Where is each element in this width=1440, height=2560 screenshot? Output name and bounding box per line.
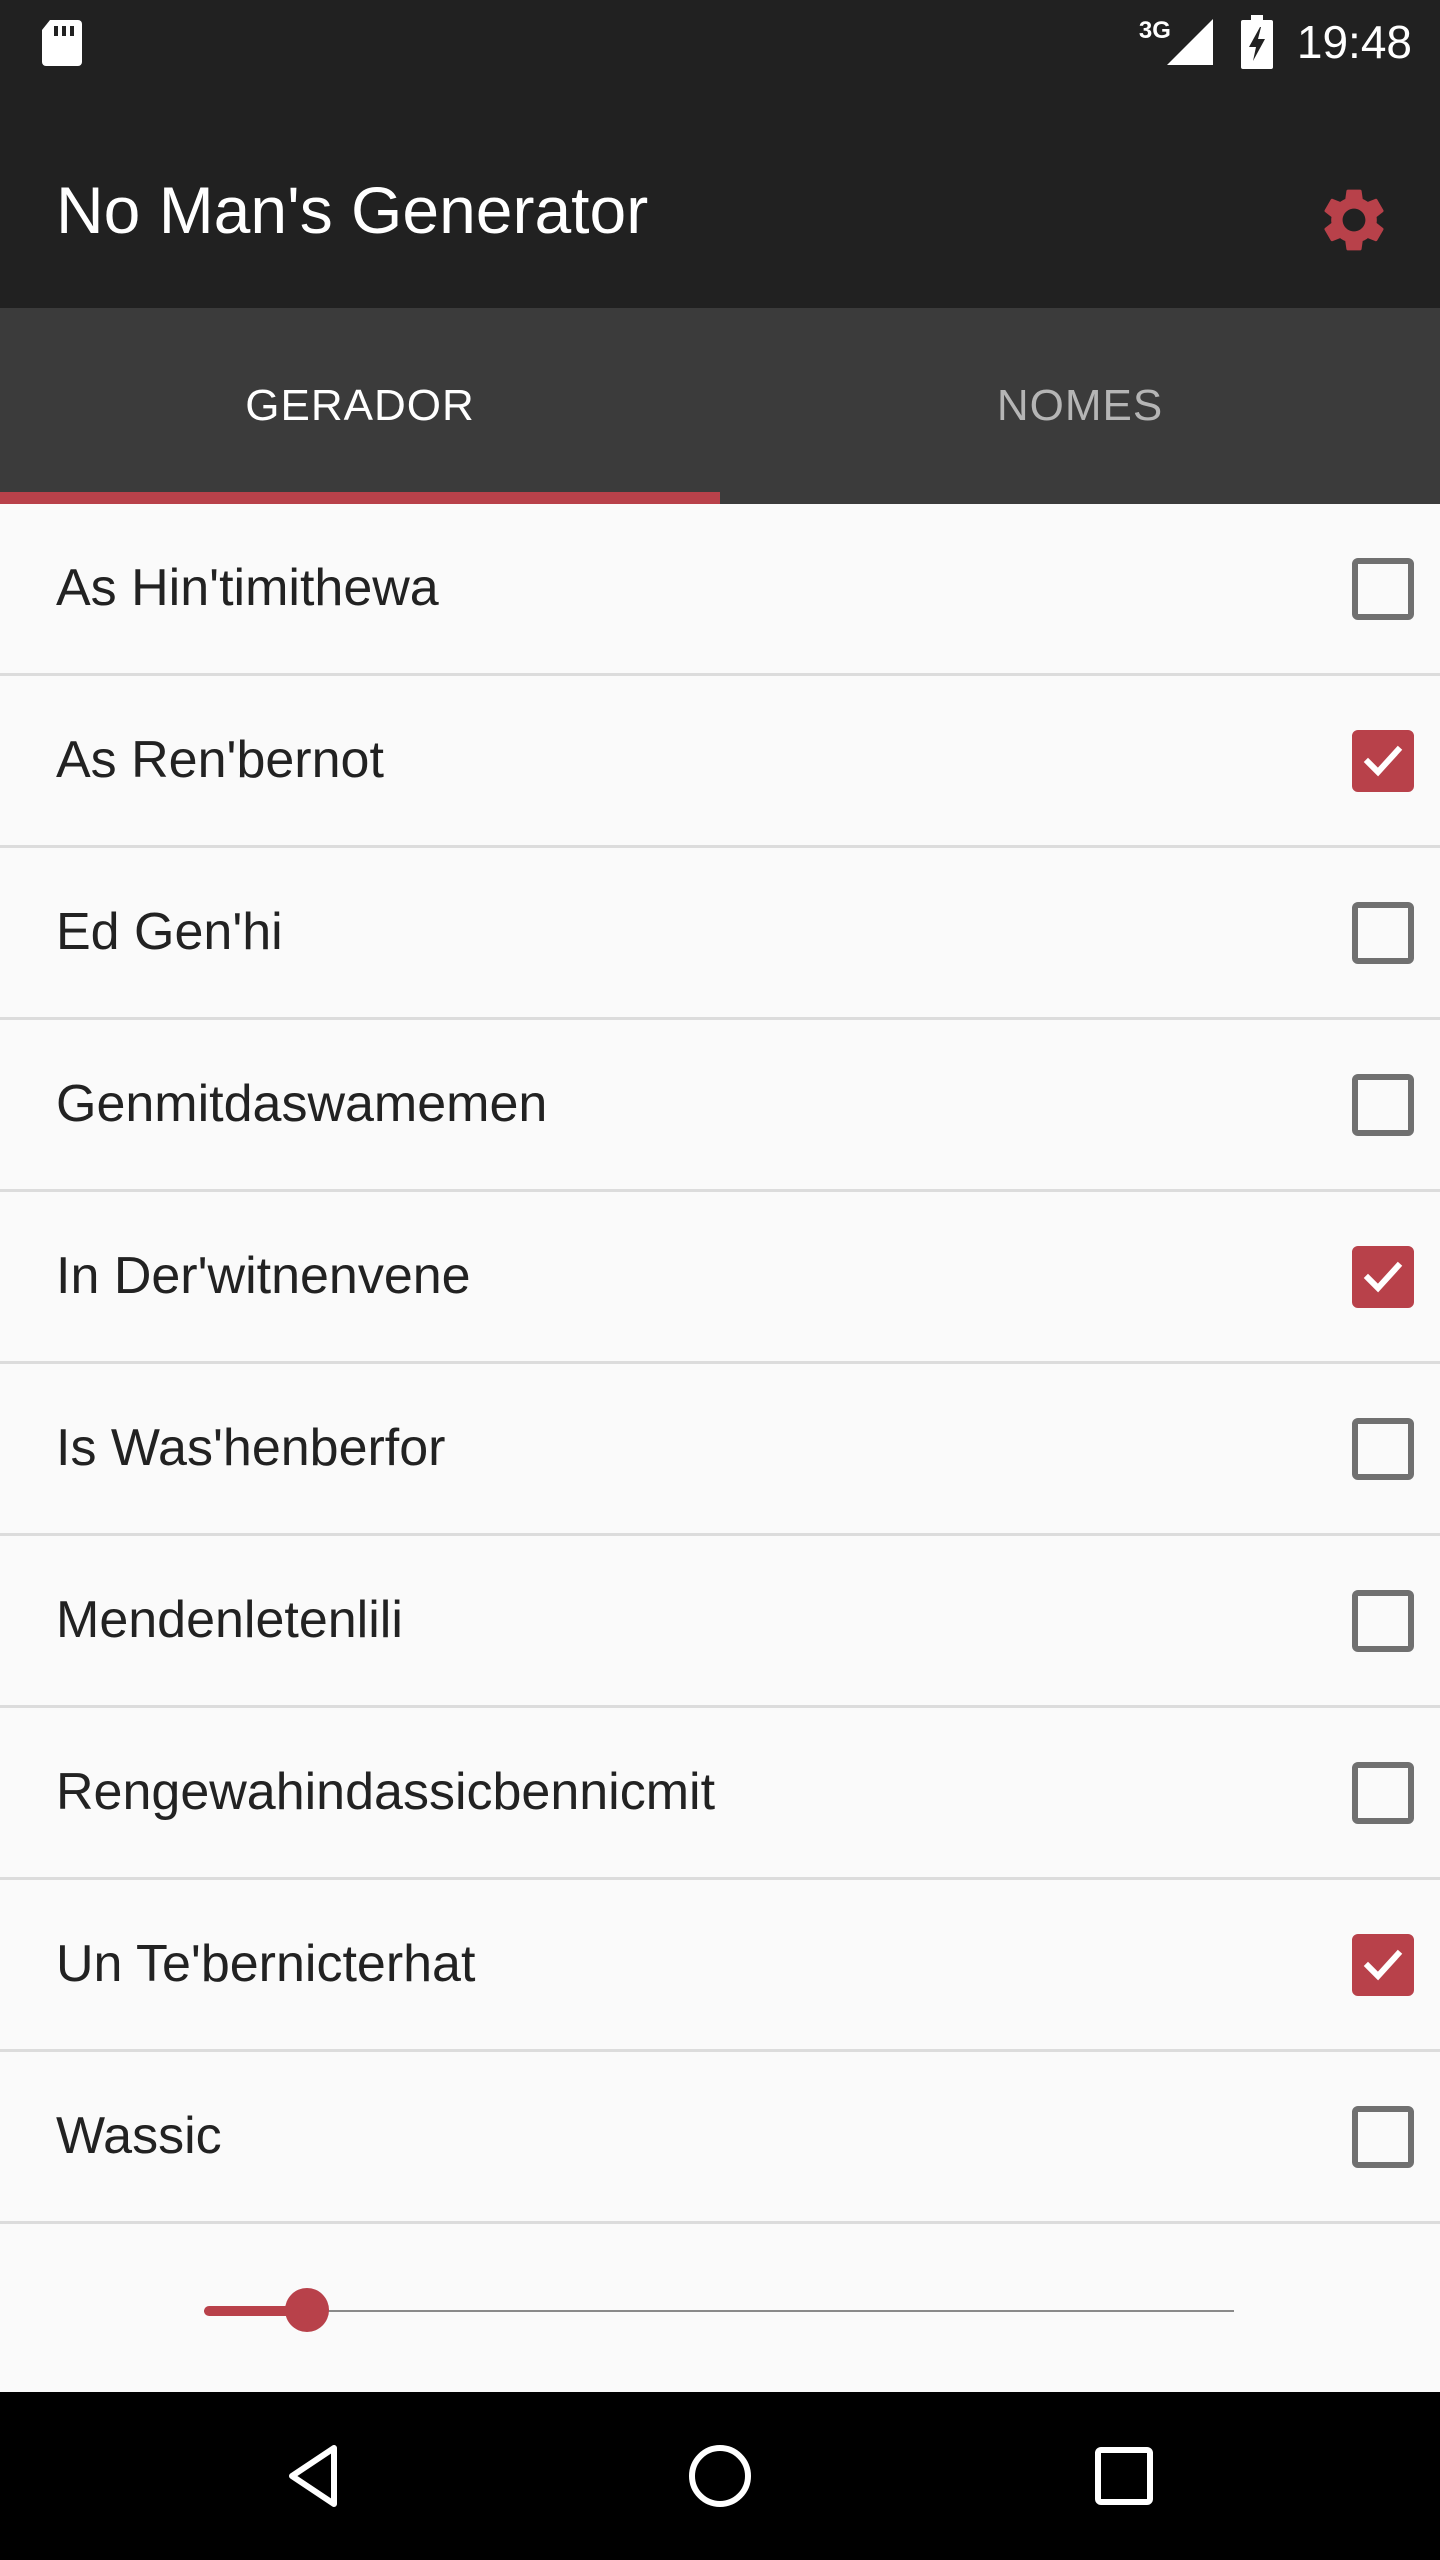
- tab-nomes[interactable]: NOMES: [720, 308, 1440, 504]
- checkbox[interactable]: [1352, 1590, 1414, 1652]
- list-item-label: As Hin'timithewa: [56, 559, 439, 617]
- list-item[interactable]: Rengewahindassicbennicmit: [0, 1708, 1440, 1880]
- signal-icon: [1166, 19, 1213, 65]
- tab-gerador[interactable]: GERADOR: [0, 308, 720, 504]
- list-item-label: As Ren'bernot: [56, 731, 384, 789]
- list-item-label: Genmitdaswamemen: [56, 1075, 548, 1133]
- list-item[interactable]: Mendenletenlili: [0, 1536, 1440, 1708]
- checkbox[interactable]: [1352, 1246, 1414, 1308]
- home-circle-icon: [689, 2445, 751, 2507]
- list-item-label: Ed Gen'hi: [56, 903, 283, 961]
- recents-square-icon: [1095, 2447, 1153, 2505]
- checkbox[interactable]: [1352, 558, 1414, 620]
- tab-bar: GERADOR NOMES: [0, 308, 1440, 504]
- checkbox[interactable]: [1352, 902, 1414, 964]
- nav-recents-button[interactable]: [1074, 2426, 1174, 2526]
- battery-charging-icon: [1240, 15, 1273, 69]
- count-slider: [0, 2224, 1440, 2392]
- tab-active-indicator: [0, 492, 720, 504]
- app-title: No Man's Generator: [56, 173, 649, 247]
- gear-icon: [1324, 189, 1384, 251]
- nav-home-button[interactable]: [670, 2426, 770, 2526]
- status-bar: 3G 19:48: [0, 0, 1440, 84]
- clock: 19:48: [1296, 16, 1412, 68]
- list-item[interactable]: As Ren'bernot: [0, 676, 1440, 848]
- list-item-label: Wassic: [56, 2107, 222, 2165]
- sd-card-icon: [42, 20, 82, 66]
- list-item-label: Rengewahindassicbennicmit: [56, 1763, 716, 1821]
- checkbox[interactable]: [1352, 2106, 1414, 2168]
- checkbox[interactable]: [1352, 730, 1414, 792]
- list-item[interactable]: In Der'witnenvene: [0, 1192, 1440, 1364]
- tab-gerador-label: GERADOR: [245, 381, 475, 430]
- list-item-label: Is Was'henberfor: [56, 1419, 446, 1477]
- list-item[interactable]: Ed Gen'hi: [0, 848, 1440, 1020]
- checkbox[interactable]: [1352, 1074, 1414, 1136]
- settings-button[interactable]: [1304, 170, 1404, 270]
- list-item[interactable]: Wassic: [0, 2052, 1440, 2224]
- app-bar: No Man's Generator: [0, 84, 1440, 308]
- list-item[interactable]: Genmitdaswamemen: [0, 1020, 1440, 1192]
- slider-thumb[interactable]: [285, 2288, 329, 2332]
- checkmark-icon: [1363, 1261, 1403, 1293]
- checkbox[interactable]: [1352, 1418, 1414, 1480]
- checkmark-icon: [1363, 1949, 1403, 1981]
- list-item[interactable]: Un Te'bernicterhat: [0, 1880, 1440, 2052]
- list-item-label: In Der'witnenvene: [56, 1247, 471, 1305]
- list-item-label: Mendenletenlili: [56, 1591, 403, 1649]
- checkmark-icon: [1363, 745, 1403, 777]
- nav-back-button[interactable]: [266, 2426, 366, 2526]
- list-item[interactable]: Is Was'henberfor: [0, 1364, 1440, 1536]
- list-item[interactable]: As Hin'timithewa: [0, 504, 1440, 676]
- list-item-label: Un Te'bernicterhat: [56, 1935, 476, 1993]
- tab-nomes-label: NOMES: [996, 381, 1164, 430]
- slider-track[interactable]: [204, 2310, 1234, 2312]
- back-triangle-icon: [289, 2445, 337, 2507]
- names-list: As Hin'timithewa As Ren'bernot Ed Gen'hi…: [0, 504, 1440, 2224]
- checkbox[interactable]: [1352, 1934, 1414, 1996]
- system-nav-bar: [0, 2392, 1440, 2560]
- checkbox[interactable]: [1352, 1762, 1414, 1824]
